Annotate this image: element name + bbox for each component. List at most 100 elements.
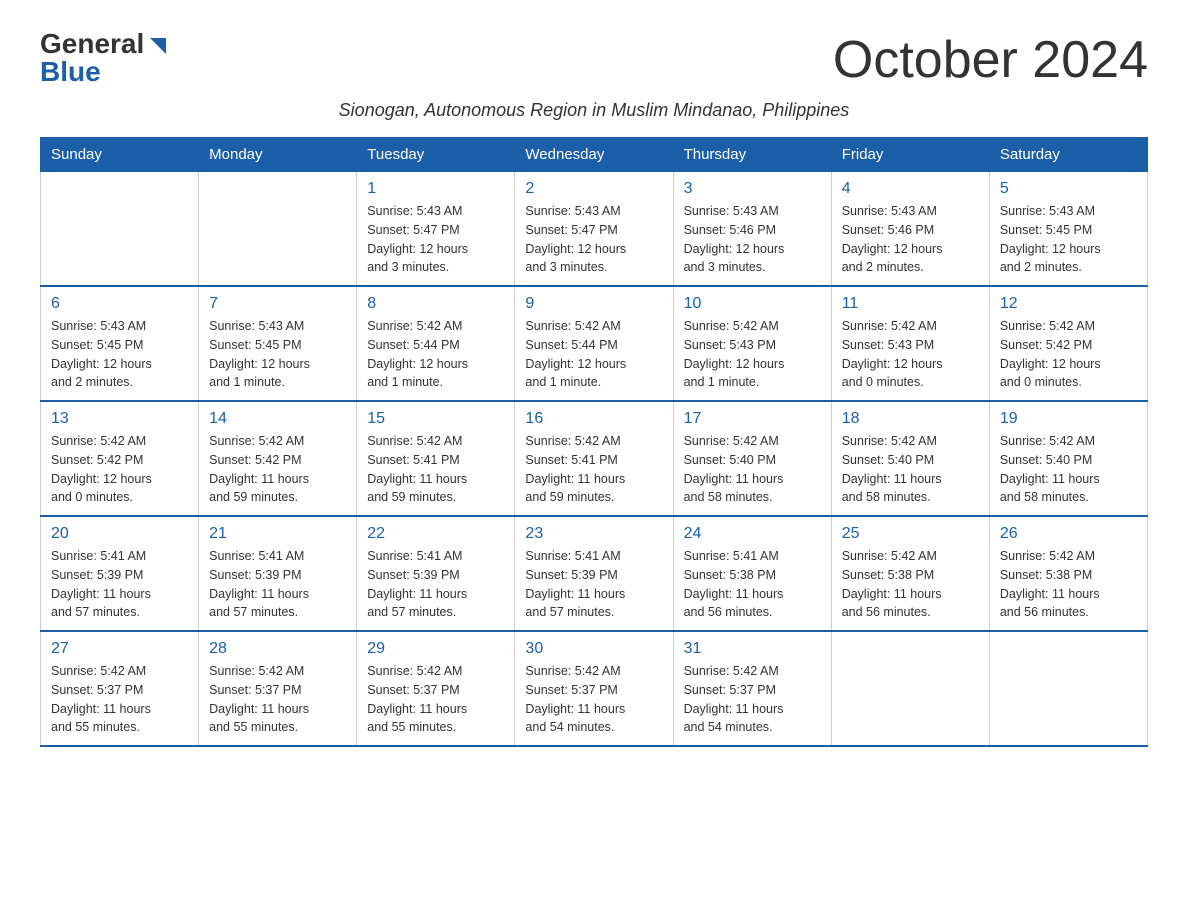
day-info: Sunrise: 5:42 AM Sunset: 5:38 PM Dayligh…: [842, 547, 979, 622]
day-info: Sunrise: 5:42 AM Sunset: 5:40 PM Dayligh…: [842, 432, 979, 507]
calendar-cell: 17Sunrise: 5:42 AM Sunset: 5:40 PM Dayli…: [673, 401, 831, 516]
day-info: Sunrise: 5:42 AM Sunset: 5:37 PM Dayligh…: [525, 662, 662, 737]
calendar-cell: [831, 631, 989, 746]
day-info: Sunrise: 5:43 AM Sunset: 5:45 PM Dayligh…: [51, 317, 188, 392]
day-info: Sunrise: 5:42 AM Sunset: 5:41 PM Dayligh…: [367, 432, 504, 507]
calendar-cell: 24Sunrise: 5:41 AM Sunset: 5:38 PM Dayli…: [673, 516, 831, 631]
calendar-cell: [989, 631, 1147, 746]
calendar-cell: 20 Sunrise: 5:41 AM Sunset: 5:39 PM Dayli…: [41, 516, 199, 631]
day-number: 13: [51, 410, 188, 428]
day-info: Sunrise: 5:41 AM Sunset: 5:39 PM Dayligh…: [525, 547, 662, 622]
calendar-cell: 23 Sunrise: 5:41 AM Sunset: 5:39 PM Dayli…: [515, 516, 673, 631]
calendar-cell: 16Sunrise: 5:42 AM Sunset: 5:41 PM Dayli…: [515, 401, 673, 516]
calendar-cell: 13 Sunrise: 5:42 AM Sunset: 5:42 PM Dayli…: [41, 401, 199, 516]
calendar-cell: 31 Sunrise: 5:42 AM Sunset: 5:37 PM Dayli…: [673, 631, 831, 746]
calendar-cell: 29 Sunrise: 5:42 AM Sunset: 5:37 PM Dayli…: [357, 631, 515, 746]
calendar-cell: 4 Sunrise: 5:43 AM Sunset: 5:46 PM Daylig…: [831, 172, 989, 287]
calendar-cell: 11 Sunrise: 5:42 AM Sunset: 5:43 PM Dayli…: [831, 286, 989, 401]
day-info: Sunrise: 5:43 AM Sunset: 5:45 PM Dayligh…: [209, 317, 346, 392]
calendar-cell: 25Sunrise: 5:42 AM Sunset: 5:38 PM Dayli…: [831, 516, 989, 631]
day-info: Sunrise: 5:42 AM Sunset: 5:42 PM Dayligh…: [51, 432, 188, 507]
day-info: Sunrise: 5:42 AM Sunset: 5:42 PM Dayligh…: [1000, 317, 1137, 392]
day-info: Sunrise: 5:42 AM Sunset: 5:38 PM Dayligh…: [1000, 547, 1137, 622]
day-number: 12: [1000, 295, 1137, 313]
day-number: 26: [1000, 525, 1137, 543]
day-number: 7: [209, 295, 346, 313]
calendar-cell: [199, 172, 357, 287]
day-number: 9: [525, 295, 662, 313]
calendar-cell: 26 Sunrise: 5:42 AM Sunset: 5:38 PM Dayli…: [989, 516, 1147, 631]
day-info: Sunrise: 5:42 AM Sunset: 5:37 PM Dayligh…: [51, 662, 188, 737]
calendar-cell: 9Sunrise: 5:42 AM Sunset: 5:44 PM Daylig…: [515, 286, 673, 401]
day-number: 20: [51, 525, 188, 543]
day-info: Sunrise: 5:42 AM Sunset: 5:37 PM Dayligh…: [684, 662, 821, 737]
logo-triangle-icon: [146, 34, 168, 56]
day-info: Sunrise: 5:42 AM Sunset: 5:44 PM Dayligh…: [367, 317, 504, 392]
day-number: 4: [842, 180, 979, 198]
header-day-tuesday: Tuesday: [357, 138, 515, 172]
day-info: Sunrise: 5:41 AM Sunset: 5:39 PM Dayligh…: [51, 547, 188, 622]
day-info: Sunrise: 5:42 AM Sunset: 5:43 PM Dayligh…: [842, 317, 979, 392]
header-day-saturday: Saturday: [989, 138, 1147, 172]
calendar-header-row: SundayMondayTuesdayWednesdayThursdayFrid…: [41, 138, 1148, 172]
calendar-cell: 10 Sunrise: 5:42 AM Sunset: 5:43 PM Dayli…: [673, 286, 831, 401]
day-number: 11: [842, 295, 979, 313]
calendar-cell: 5Sunrise: 5:43 AM Sunset: 5:45 PM Daylig…: [989, 172, 1147, 287]
calendar-cell: 15 Sunrise: 5:42 AM Sunset: 5:41 PM Dayli…: [357, 401, 515, 516]
day-info: Sunrise: 5:42 AM Sunset: 5:37 PM Dayligh…: [367, 662, 504, 737]
day-number: 5: [1000, 180, 1137, 198]
calendar-cell: 30 Sunrise: 5:42 AM Sunset: 5:37 PM Dayli…: [515, 631, 673, 746]
day-number: 27: [51, 640, 188, 658]
day-info: Sunrise: 5:42 AM Sunset: 5:40 PM Dayligh…: [684, 432, 821, 507]
calendar-cell: 21Sunrise: 5:41 AM Sunset: 5:39 PM Dayli…: [199, 516, 357, 631]
logo-blue-text: Blue: [40, 58, 101, 86]
day-number: 23: [525, 525, 662, 543]
calendar-week-row: 20 Sunrise: 5:41 AM Sunset: 5:39 PM Dayli…: [41, 516, 1148, 631]
day-number: 24: [684, 525, 821, 543]
day-number: 16: [525, 410, 662, 428]
day-number: 31: [684, 640, 821, 658]
calendar-cell: 8 Sunrise: 5:42 AM Sunset: 5:44 PM Daylig…: [357, 286, 515, 401]
calendar-week-row: 6 Sunrise: 5:43 AM Sunset: 5:45 PM Daylig…: [41, 286, 1148, 401]
calendar-cell: 3 Sunrise: 5:43 AM Sunset: 5:46 PM Daylig…: [673, 172, 831, 287]
day-number: 28: [209, 640, 346, 658]
day-number: 2: [525, 180, 662, 198]
day-info: Sunrise: 5:42 AM Sunset: 5:37 PM Dayligh…: [209, 662, 346, 737]
day-info: Sunrise: 5:43 AM Sunset: 5:46 PM Dayligh…: [842, 202, 979, 277]
day-number: 30: [525, 640, 662, 658]
day-number: 8: [367, 295, 504, 313]
day-info: Sunrise: 5:42 AM Sunset: 5:42 PM Dayligh…: [209, 432, 346, 507]
calendar-week-row: 13 Sunrise: 5:42 AM Sunset: 5:42 PM Dayli…: [41, 401, 1148, 516]
day-info: Sunrise: 5:42 AM Sunset: 5:43 PM Dayligh…: [684, 317, 821, 392]
calendar-cell: 28 Sunrise: 5:42 AM Sunset: 5:37 PM Dayli…: [199, 631, 357, 746]
day-number: 6: [51, 295, 188, 313]
calendar-cell: 6 Sunrise: 5:43 AM Sunset: 5:45 PM Daylig…: [41, 286, 199, 401]
calendar-cell: 14Sunrise: 5:42 AM Sunset: 5:42 PM Dayli…: [199, 401, 357, 516]
logo: General Blue: [40, 30, 168, 86]
day-number: 15: [367, 410, 504, 428]
calendar-cell: [41, 172, 199, 287]
logo-general-text: General: [40, 30, 144, 58]
calendar-cell: 2 Sunrise: 5:43 AM Sunset: 5:47 PM Daylig…: [515, 172, 673, 287]
day-info: Sunrise: 5:43 AM Sunset: 5:47 PM Dayligh…: [367, 202, 504, 277]
calendar-cell: 27 Sunrise: 5:42 AM Sunset: 5:37 PM Dayli…: [41, 631, 199, 746]
month-title: October 2024: [833, 30, 1148, 90]
calendar-cell: 18 Sunrise: 5:42 AM Sunset: 5:40 PM Dayli…: [831, 401, 989, 516]
calendar-cell: 12 Sunrise: 5:42 AM Sunset: 5:42 PM Dayli…: [989, 286, 1147, 401]
day-number: 21: [209, 525, 346, 543]
calendar-table: SundayMondayTuesdayWednesdayThursdayFrid…: [40, 137, 1148, 747]
header-day-monday: Monday: [199, 138, 357, 172]
header-day-thursday: Thursday: [673, 138, 831, 172]
subtitle: Sionogan, Autonomous Region in Muslim Mi…: [40, 100, 1148, 121]
day-number: 18: [842, 410, 979, 428]
header: General Blue October 2024: [40, 30, 1148, 90]
day-info: Sunrise: 5:43 AM Sunset: 5:46 PM Dayligh…: [684, 202, 821, 277]
calendar-cell: 19Sunrise: 5:42 AM Sunset: 5:40 PM Dayli…: [989, 401, 1147, 516]
calendar-cell: 22Sunrise: 5:41 AM Sunset: 5:39 PM Dayli…: [357, 516, 515, 631]
day-info: Sunrise: 5:43 AM Sunset: 5:47 PM Dayligh…: [525, 202, 662, 277]
day-number: 3: [684, 180, 821, 198]
calendar-cell: 1Sunrise: 5:43 AM Sunset: 5:47 PM Daylig…: [357, 172, 515, 287]
day-number: 29: [367, 640, 504, 658]
day-number: 10: [684, 295, 821, 313]
header-day-friday: Friday: [831, 138, 989, 172]
